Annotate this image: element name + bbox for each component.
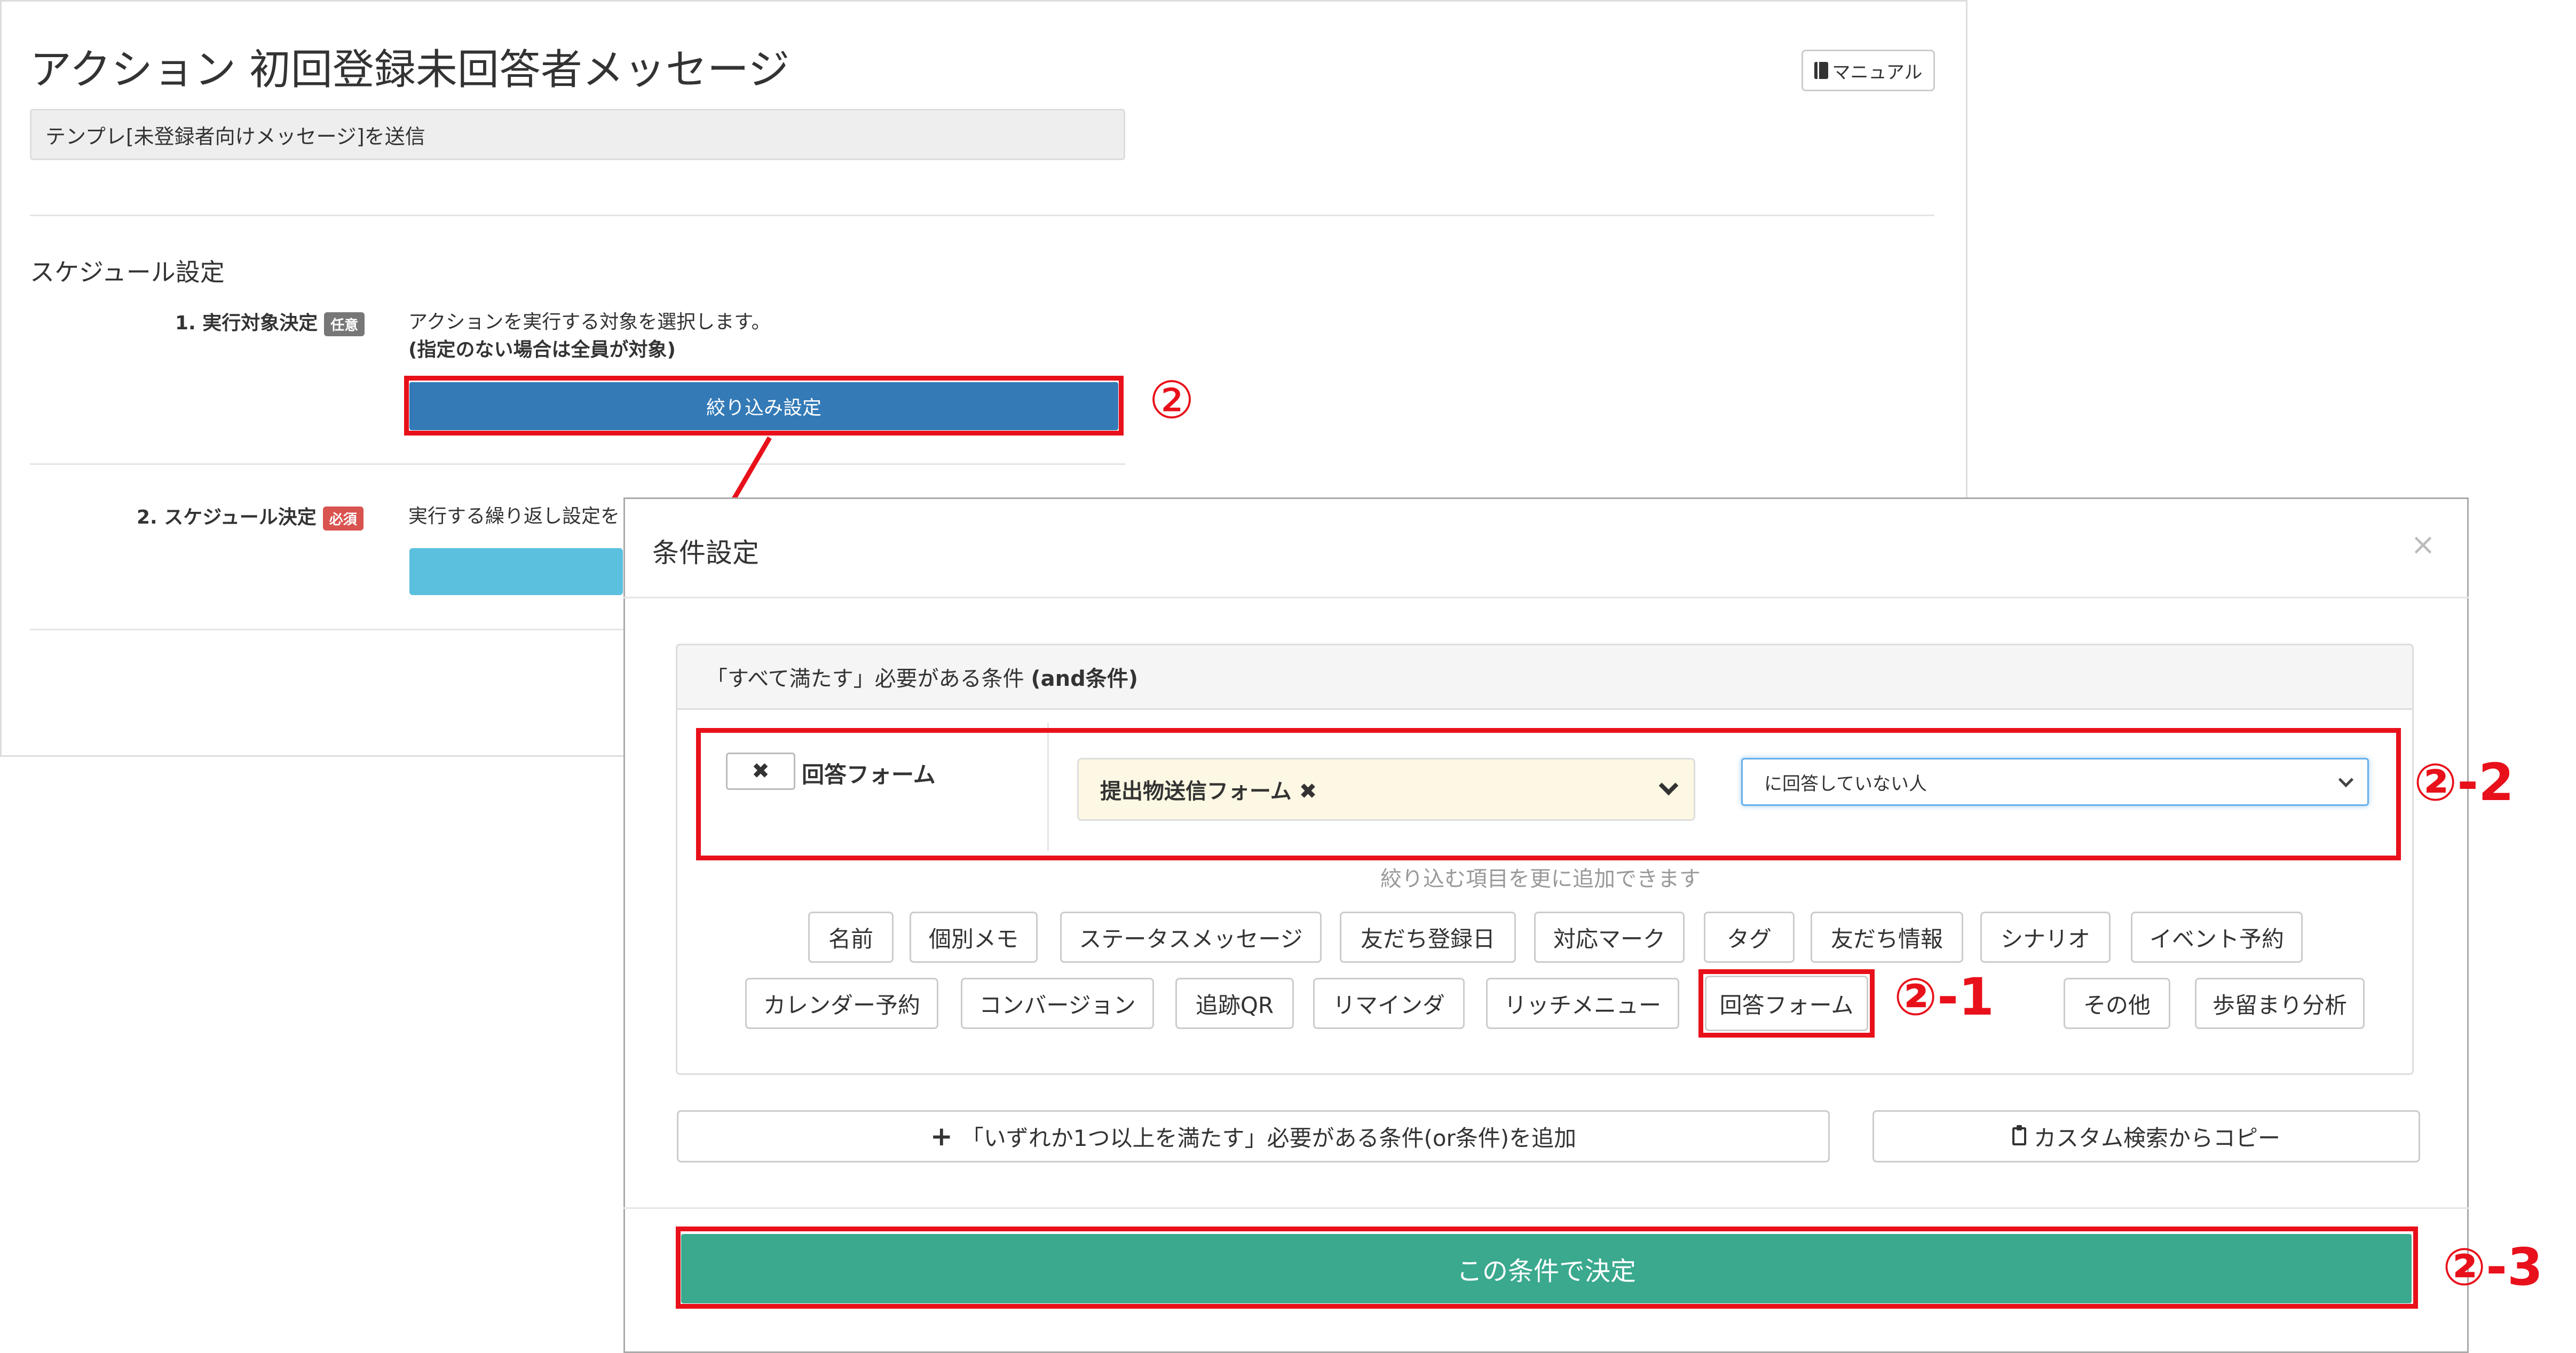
close-icon[interactable]: ×: [2411, 527, 2436, 562]
callout-2-3: ②-3: [2443, 1237, 2543, 1297]
and-condition-header: 「すべて満たす」必要がある条件 (and条件): [676, 644, 2414, 710]
copy-button-label: カスタム検索からコピー: [2033, 1125, 2280, 1151]
callout-2: ②: [1149, 370, 1195, 430]
step1-label: 1. 実行対象決定 任意: [175, 307, 365, 336]
chip-mark[interactable]: 対応マーク: [1534, 912, 1685, 963]
divider: [30, 463, 1125, 465]
book-icon: [1814, 62, 1828, 79]
schedule-title: スケジュール設定: [30, 258, 225, 287]
clipboard-icon: [2012, 1125, 2026, 1145]
manual-button-label: マニュアル: [1832, 61, 1923, 83]
chip-other[interactable]: その他: [2064, 978, 2170, 1029]
chip-status-message[interactable]: ステータスメッセージ: [1060, 912, 1322, 963]
add-or-condition-button[interactable]: + 「いずれか1つ以上を満たす」必要がある条件(or条件)を追加: [677, 1110, 1830, 1162]
divider: [623, 1207, 2469, 1209]
add-filter-hint: 絞り込む項目を更に追加できます: [1380, 867, 1701, 891]
chip-scenario[interactable]: シナリオ: [1980, 912, 2111, 963]
copy-from-custom-search-button[interactable]: カスタム検索からコピー: [1872, 1110, 2420, 1162]
chip-friend-date[interactable]: 友だち登録日: [1340, 912, 1516, 963]
highlight-confirm-button: [676, 1227, 2418, 1309]
divider: [30, 215, 1934, 216]
callout-2-2: ②-2: [2414, 753, 2514, 812]
chip-friend-info[interactable]: 友だち情報: [1811, 912, 1963, 963]
plus-icon: +: [930, 1121, 953, 1152]
add-or-condition-label: 「いずれか1つ以上を満たす」必要がある条件(or条件)を追加: [961, 1125, 1577, 1151]
step1-note: (指定のない場合は全員が対象): [408, 339, 676, 361]
and-header-text: 「すべて満たす」必要がある条件: [706, 667, 1024, 691]
callout-2-1: ②-1: [1894, 967, 1994, 1027]
chip-yield-analysis[interactable]: 歩留まり分析: [2195, 978, 2365, 1029]
chip-event[interactable]: イベント予約: [2131, 912, 2303, 963]
chip-memo[interactable]: 個別メモ: [910, 912, 1038, 963]
chip-name[interactable]: 名前: [808, 912, 894, 963]
divider: [623, 597, 2469, 598]
and-header-bold: (and条件): [1031, 667, 1138, 691]
page-title: アクション 初回登録未回答者メッセージ: [30, 46, 790, 94]
chip-rich-menu[interactable]: リッチメニュー: [1486, 978, 1679, 1029]
highlight-answer-form-chip: [1698, 969, 1875, 1038]
step1-label-text: 1. 実行対象決定: [175, 312, 318, 334]
step1-description: アクションを実行する対象を選択します。: [408, 311, 771, 333]
manual-button[interactable]: マニュアル: [1801, 50, 1935, 91]
step2-label-text: 2. スケジュール決定: [137, 507, 317, 528]
template-summary: テンプレ[未登録者向けメッセージ]を送信: [30, 109, 1125, 160]
step2-description: 実行する繰り返し設定を: [408, 505, 620, 527]
chip-conversion[interactable]: コンバージョン: [961, 978, 1154, 1029]
chip-tag[interactable]: タグ: [1704, 912, 1795, 963]
schedule-button[interactable]: [409, 548, 623, 595]
step2-label: 2. スケジュール決定 必須: [137, 502, 364, 531]
chip-reminder[interactable]: リマインダ: [1313, 978, 1465, 1029]
chip-tracking-qr[interactable]: 追跡QR: [1175, 978, 1294, 1029]
highlight-condition-row: [696, 728, 2401, 860]
required-badge: 必須: [322, 506, 364, 531]
modal-title: 条件設定: [652, 537, 759, 568]
optional-badge: 任意: [324, 312, 365, 336]
chip-calendar[interactable]: カレンダー予約: [745, 978, 938, 1029]
